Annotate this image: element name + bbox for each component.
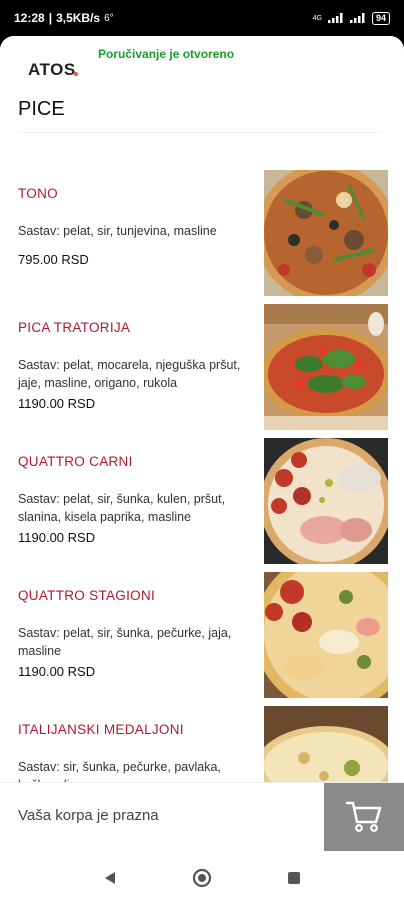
order-status: Poručivanje je otvoreno — [98, 47, 235, 61]
app-screen: ATOS Poručivanje je otvoreno PICE TONO S… — [0, 36, 404, 856]
back-icon[interactable] — [100, 868, 120, 888]
network-speed: 3,5KB/s — [56, 11, 101, 25]
cart-icon — [345, 801, 382, 832]
menu-item-quattro-stagioni[interactable]: QUATTRO STAGIONI Sastav: pelat, sir, šun… — [0, 572, 404, 706]
status-bar: 12:28 | 3,5KB/s 6° 4G 94 — [0, 0, 404, 36]
app-header: ATOS Poručivanje je otvoreno PICE — [0, 36, 404, 136]
item-description: Sastav: pelat, mocarela, njeguška pršut,… — [18, 358, 241, 390]
signal-icon-2 — [349, 13, 365, 23]
cart-empty-text: Vaša korpa je prazna — [18, 807, 159, 824]
item-name: ITALIJANSKI MEDALJONI — [18, 722, 184, 737]
quattro-carni-pizza-photo[interactable] — [264, 438, 388, 564]
logo: ATOS — [28, 60, 78, 79]
section-title: PICE — [18, 98, 65, 120]
status-left: 12:28 | 3,5KB/s 6° — [14, 11, 114, 25]
temperature: 6° — [104, 12, 114, 24]
system-nav-bar — [0, 856, 404, 900]
status-time: 12:28 — [14, 11, 45, 25]
menu-item-quattro-carni[interactable]: QUATTRO CARNI Sastav: pelat, sir, šunka,… — [0, 438, 404, 572]
item-description: Sastav: pelat, sir, šunka, kulen, pršut,… — [18, 492, 226, 524]
cart-button[interactable] — [324, 783, 404, 851]
divider — [18, 132, 382, 133]
home-icon[interactable] — [192, 868, 212, 888]
item-description: Sastav: pelat, sir, šunka, pečurke, jaja… — [18, 626, 232, 658]
battery-icon: 94 — [371, 11, 390, 25]
item-price: 1190.00 RSD — [18, 664, 96, 679]
logo-dot — [73, 72, 78, 76]
tuna-pizza-photo[interactable] — [264, 170, 388, 296]
quattro-stagioni-pizza-photo[interactable] — [264, 572, 388, 698]
menu-list: TONO Sastav: pelat, sir, tunjevina, masl… — [0, 170, 404, 840]
signal-label: 4G — [312, 14, 322, 22]
signal-icon — [327, 13, 343, 23]
item-price: 1190.00 RSD — [18, 396, 96, 411]
cart-bar[interactable]: Vaša korpa je prazna — [0, 782, 404, 856]
item-name: QUATTRO STAGIONI — [18, 588, 156, 603]
tratorija-pizza-photo[interactable] — [264, 304, 388, 430]
item-description: Sastav: pelat, sir, tunjevina, masline — [18, 224, 217, 238]
item-name: TONO — [18, 186, 58, 201]
item-price: 795.00 RSD — [18, 252, 89, 267]
status-right: 4G 94 — [312, 11, 390, 25]
item-name: QUATTRO CARNI — [18, 454, 133, 469]
item-name: PICA TRATORIJA — [18, 320, 131, 335]
recents-icon[interactable] — [284, 868, 304, 888]
menu-item-tono[interactable]: TONO Sastav: pelat, sir, tunjevina, masl… — [0, 170, 404, 304]
item-price: 1190.00 RSD — [18, 530, 96, 545]
menu-item-pica-tratorija[interactable]: PICA TRATORIJA Sastav: pelat, mocarela, … — [0, 304, 404, 438]
